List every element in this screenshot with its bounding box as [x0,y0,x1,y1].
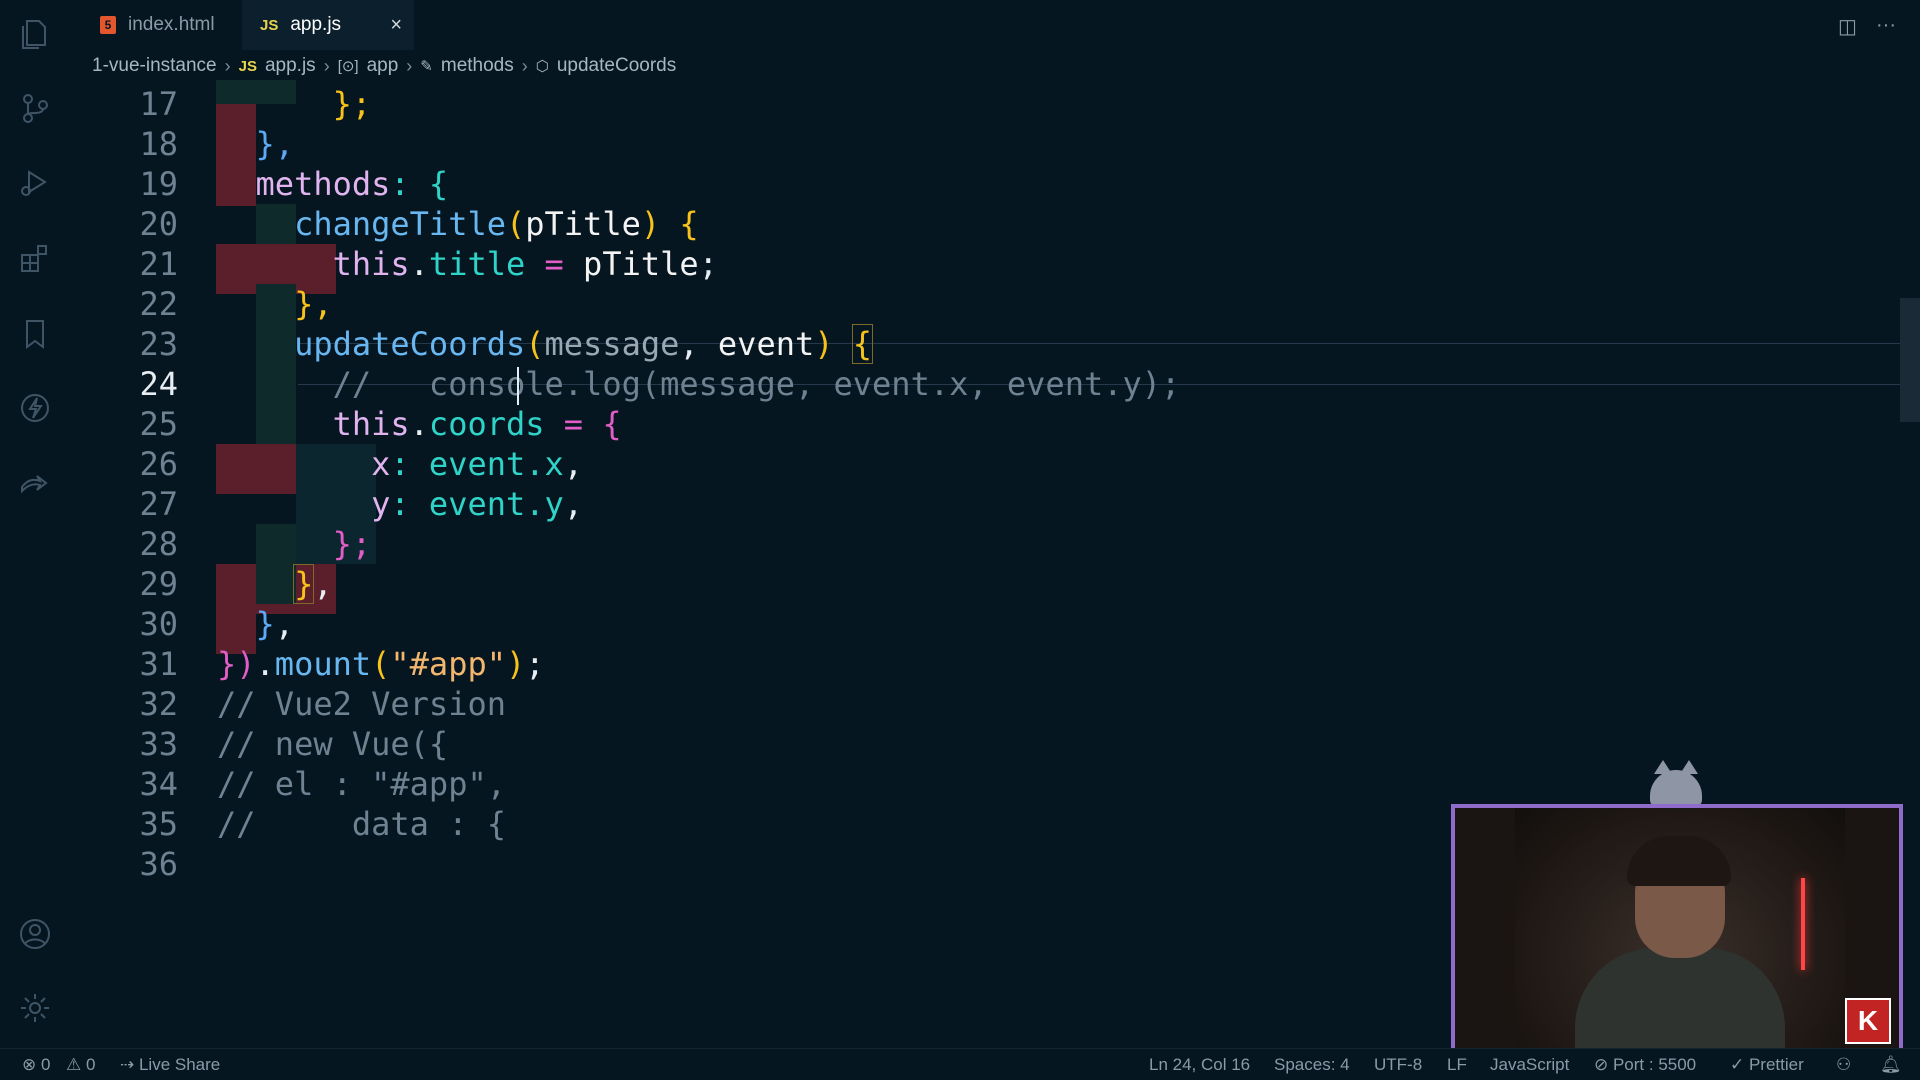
source-control-icon[interactable] [17,90,53,126]
method-cube-icon: ⬡ [535,58,549,75]
tab-bar: 5 index.html JS app.js × ◫ ··· [70,0,1920,50]
explorer-icon[interactable] [17,16,53,52]
html5-icon: 5 [100,16,116,34]
errors-count[interactable]: ⊗ 0 [22,1055,50,1075]
account-icon[interactable] [17,916,53,952]
webcam-overlay: K [1451,804,1903,1056]
run-debug-icon[interactable] [17,164,53,200]
text-cursor [517,367,519,405]
end-of-line[interactable]: LF [1447,1055,1467,1075]
cursor-position[interactable]: Ln 24, Col 16 [1149,1055,1250,1075]
tab-label: index.html [128,14,215,35]
tab-app-js[interactable]: JS app.js × [242,0,414,50]
vertical-scrollbar[interactable] [1900,298,1920,422]
chevron-right-icon: › [406,55,413,76]
tab-label: app.js [290,14,342,35]
live-share-button[interactable]: ⇢ Live Share [120,1055,220,1075]
wrench-icon: ✎ [420,58,433,75]
chevron-right-icon: › [521,55,528,76]
webcam-video [1515,808,1845,1052]
port-icon: ⊘ [1594,1055,1613,1074]
breadcrumb-file[interactable]: JS app.js [239,55,316,77]
status-bar: ⊗ 0 ⚠ 0 ⇢ Live Share Ln 24, Col 16 Space… [0,1048,1920,1080]
prettier-label: Prettier [1748,1055,1804,1074]
breadcrumb-label: app [366,55,399,76]
activity-bar [0,0,70,1048]
lightning-icon[interactable] [17,390,53,426]
warnings-count[interactable]: ⚠ 0 [66,1055,95,1075]
settings-gear-icon[interactable] [17,990,53,1026]
live-share-label: Live Share [138,1055,221,1074]
check-icon: ✓ [1730,1055,1749,1074]
close-icon[interactable]: × [390,14,402,37]
variable-icon: [⊙] [337,58,359,75]
breadcrumb-label: methods [440,55,514,76]
presenter-hair [1627,836,1731,886]
bookmark-icon[interactable] [17,316,53,352]
js-file-icon: JS [260,16,279,34]
port-label: Port : 5500 [1612,1055,1697,1074]
chevron-right-icon: › [224,55,231,76]
language-mode[interactable]: JavaScript [1490,1055,1569,1075]
extensions-icon[interactable] [17,240,53,276]
indentation[interactable]: Spaces: 4 [1274,1055,1350,1075]
breadcrumb-property[interactable]: ✎ methods [420,55,513,77]
breadcrumb-variable[interactable]: [⊙] app [338,55,399,77]
channel-logo: K [1845,998,1891,1044]
js-file-icon: JS [238,57,257,75]
breadcrumb: 1-vue-instance › JS app.js › [⊙] app › ✎ me… [92,53,676,79]
live-share-icon[interactable] [17,466,53,502]
breadcrumb-label: app.js [264,55,316,76]
breadcrumb-folder[interactable]: 1-vue-instance [92,55,217,77]
red-light [1801,878,1805,970]
prettier-status[interactable]: ✓ Prettier [1730,1055,1804,1075]
presenter-body [1575,948,1785,1052]
encoding[interactable]: UTF-8 [1374,1055,1422,1075]
accounts-icon[interactable]: ⚇ [1836,1055,1851,1075]
breadcrumb-label: 1-vue-instance [92,55,217,76]
live-server-port[interactable]: ⊘ Port : 5500 [1594,1055,1696,1075]
breadcrumb-label: updateCoords [556,55,677,76]
split-editor-icon[interactable]: ◫ [1838,14,1857,39]
live-share-icon: ⇢ [120,1055,139,1074]
notifications-bell-icon[interactable]: 🔔︎ [1880,1055,1902,1075]
more-actions-icon[interactable]: ··· [1876,14,1896,37]
breadcrumb-method[interactable]: ⬡ updateCoords [536,55,676,77]
chevron-right-icon: › [323,55,330,76]
